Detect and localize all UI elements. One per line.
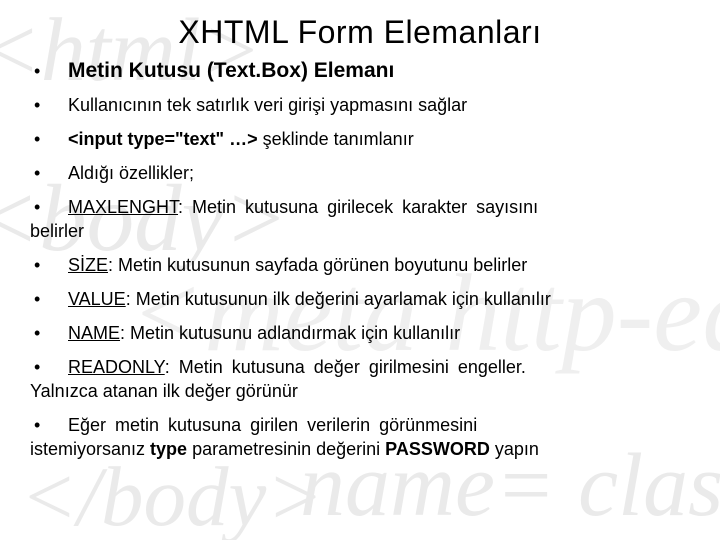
bullet-icon: •: [30, 287, 68, 311]
bullet-icon: •: [30, 195, 68, 219]
bullet-list: •Metin Kutusu (Text.Box) Elemanı•Kullanı…: [0, 59, 720, 461]
slide-content: XHTML Form Elemanları •Metin Kutusu (Tex…: [0, 0, 720, 461]
list-item: •VALUE: Metin kutusunun ilk değerini aya…: [30, 287, 690, 311]
bullet-icon: •: [30, 413, 68, 437]
list-item: •<input type="text" …> şeklinde tanımlan…: [30, 127, 690, 151]
bullet-icon: •: [30, 59, 68, 83]
text-segment: : Metin kutusuna girilecek karakter sayı…: [178, 197, 538, 217]
text-segment: SİZE: [68, 255, 108, 275]
text-segment: type: [150, 439, 187, 459]
list-item: •Eğer metin kutusuna girilen verilerin g…: [30, 413, 690, 461]
text-segment: Metin Kutusu (Text.Box) Elemanı: [68, 59, 394, 82]
list-item: •SİZE: Metin kutusunun sayfada görünen b…: [30, 253, 690, 277]
text-segment: <input type="text" …>: [68, 129, 258, 149]
text-segment: Aldığı özellikler;: [68, 163, 194, 183]
text-segment: MAXLENGHT: [68, 197, 178, 217]
text-segment: VALUE: [68, 289, 126, 309]
text-segment: : Metin kutusunu adlandırmak için kullan…: [120, 323, 460, 343]
svg-text:</body>: </body>: [20, 450, 324, 540]
bullet-icon: •: [30, 127, 68, 151]
slide: <html> <body> <meta http-equiv= name= cl…: [0, 0, 720, 540]
list-item: •Kullanıcının tek satırlık veri girişi y…: [30, 93, 690, 117]
item-text: <input type="text" …> şeklinde tanımlanı…: [68, 127, 690, 151]
bullet-icon: •: [30, 321, 68, 345]
bullet-icon: •: [30, 355, 68, 379]
item-text: NAME: Metin kutusunu adlandırmak için ku…: [68, 321, 690, 345]
item-continuation: Yalnızca atanan ilk değer görünür: [30, 379, 690, 403]
item-text: SİZE: Metin kutusunun sayfada görünen bo…: [68, 253, 690, 277]
text-segment: yapın: [490, 439, 539, 459]
item-continuation: belirler: [30, 219, 690, 243]
bullet-icon: •: [30, 161, 68, 185]
list-item: •MAXLENGHT: Metin kutusuna girilecek kar…: [30, 195, 690, 243]
item-text: VALUE: Metin kutusunun ilk değerini ayar…: [68, 287, 690, 311]
text-segment: : Metin kutusunun ilk değerini ayarlamak…: [126, 289, 551, 309]
item-text: Metin Kutusu (Text.Box) Elemanı: [68, 59, 690, 83]
item-text: Aldığı özellikler;: [68, 161, 690, 185]
list-item: •NAME: Metin kutusunu adlandırmak için k…: [30, 321, 690, 345]
item-text: MAXLENGHT: Metin kutusuna girilecek kara…: [68, 195, 690, 219]
slide-title: XHTML Form Elemanları: [0, 14, 720, 51]
text-segment: PASSWORD: [385, 439, 490, 459]
text-segment: parametresinin değerini: [187, 439, 385, 459]
text-segment: Kullanıcının tek satırlık veri girişi ya…: [68, 95, 467, 115]
item-text: Eğer metin kutusuna girilen verilerin gö…: [68, 413, 690, 437]
text-segment: şeklinde tanımlanır: [258, 129, 414, 149]
list-item: •Aldığı özellikler;: [30, 161, 690, 185]
text-segment: : Metin kutusunun sayfada görünen boyutu…: [108, 255, 527, 275]
text-segment: READONLY: [68, 357, 165, 377]
list-item: •READONLY: Metin kutusuna değer girilmes…: [30, 355, 690, 403]
item-continuation: istemiyorsanız type parametresinin değer…: [30, 437, 690, 461]
text-segment: istemiyorsanız: [30, 439, 150, 459]
list-item: •Metin Kutusu (Text.Box) Elemanı: [30, 59, 690, 83]
item-text: READONLY: Metin kutusuna değer girilmesi…: [68, 355, 690, 379]
bullet-icon: •: [30, 253, 68, 277]
text-segment: Eğer metin kutusuna girilen verilerin gö…: [68, 415, 477, 435]
text-segment: : Metin kutusuna değer girilmesini engel…: [165, 357, 526, 377]
text-segment: NAME: [68, 323, 120, 343]
item-text: Kullanıcının tek satırlık veri girişi ya…: [68, 93, 690, 117]
bullet-icon: •: [30, 93, 68, 117]
